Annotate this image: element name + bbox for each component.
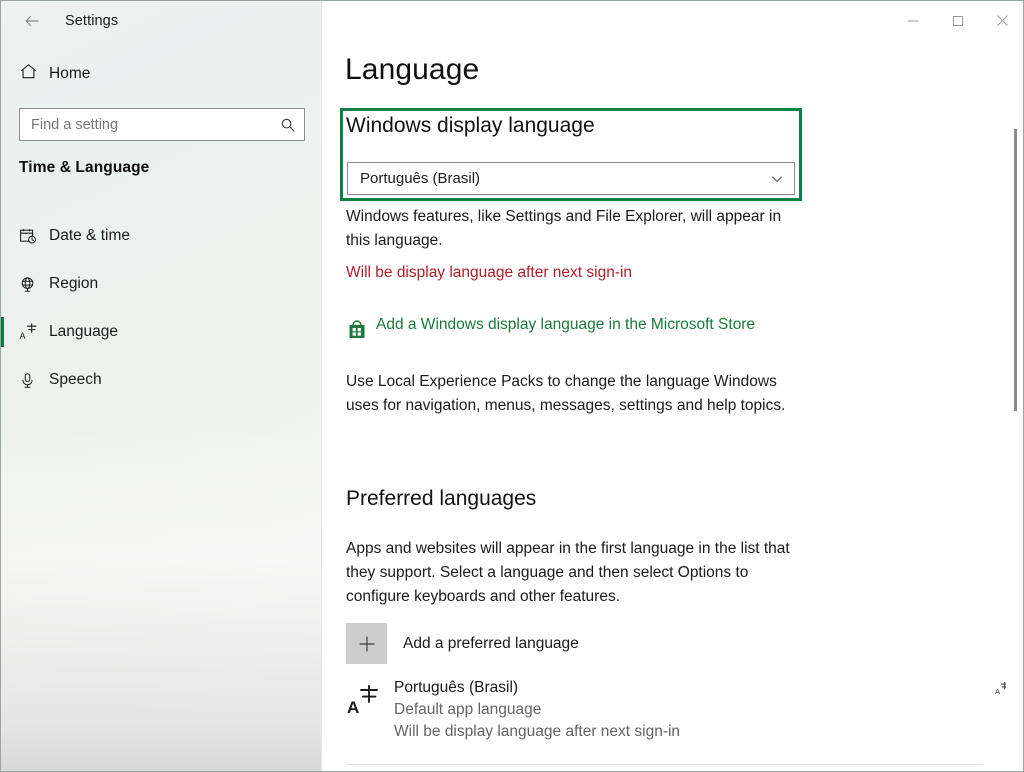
sidebar-item-label: Speech xyxy=(49,371,102,388)
sidebar: Home Time & Language xyxy=(1,1,322,771)
app-title: Settings xyxy=(65,12,119,29)
minimize-button[interactable] xyxy=(890,1,935,40)
sidebar-item-label-home: Home xyxy=(49,65,91,82)
list-item[interactable]: A Português (Brasil) Default app languag… xyxy=(346,677,796,743)
microsoft-store-link-text[interactable]: Add a Windows display language in the Mi… xyxy=(376,313,794,337)
back-arrow-icon[interactable] xyxy=(9,5,55,37)
svg-text:A: A xyxy=(20,331,26,341)
sidebar-item-date-time[interactable]: Date & time xyxy=(1,212,322,260)
settings-window: Settings Home Find a setting Time & Lang… xyxy=(0,0,1024,772)
search-icon[interactable] xyxy=(272,109,304,140)
close-button[interactable] xyxy=(980,1,1023,40)
language-name: Português (Brasil) xyxy=(394,679,519,696)
sidebar-category-title: Time & Language xyxy=(19,159,150,176)
list-item-texts: Português (Brasil) Default app language … xyxy=(394,677,680,743)
search-box[interactable] xyxy=(19,108,305,141)
selection-indicator xyxy=(1,317,4,347)
svg-text:A: A xyxy=(347,698,359,717)
display-language-warning: Will be display language after next sign… xyxy=(346,264,633,281)
globe-icon xyxy=(19,276,45,293)
sidebar-item-label: Date & time xyxy=(49,227,130,244)
display-language-heading: Windows display language xyxy=(346,114,595,137)
language-default-app-note: Default app language xyxy=(394,701,542,718)
maximize-button[interactable] xyxy=(935,1,980,40)
language-signin-note: Will be display language after next sign… xyxy=(394,723,681,740)
sidebar-item-label: Region xyxy=(49,275,99,292)
sidebar-item-speech[interactable]: Speech xyxy=(1,356,322,404)
chevron-down-icon[interactable] xyxy=(770,172,784,186)
svg-text:A: A xyxy=(995,687,1000,696)
microphone-icon xyxy=(19,372,45,389)
main-content: Language Windows display language Portug… xyxy=(323,1,1023,771)
sidebar-item-language[interactable]: A Language xyxy=(1,308,322,356)
sidebar-item-label: Language xyxy=(49,323,118,340)
vertical-scrollbar-thumb[interactable] xyxy=(1014,129,1017,411)
caption-button-group xyxy=(890,1,1023,40)
vertical-scrollbar-track[interactable] xyxy=(1006,40,1023,771)
page-title: Language xyxy=(345,53,480,86)
list-divider xyxy=(346,764,983,765)
language-icon: A xyxy=(19,322,45,342)
local-experience-packs-description: Use Local Experience Packs to change the… xyxy=(346,373,786,414)
preferred-languages-description: Apps and websites will appear in the fir… xyxy=(346,540,790,605)
microsoft-store-bag-icon xyxy=(346,319,368,341)
add-preferred-language-button[interactable]: Add a preferred language xyxy=(346,623,579,664)
sidebar-nav-list: Date & time Region A Language Speech xyxy=(1,212,322,404)
sidebar-item-region[interactable]: Region xyxy=(1,260,322,308)
language-pack-icon: A xyxy=(346,681,382,719)
add-preferred-language-label: Add a preferred language xyxy=(403,634,579,652)
calendar-clock-icon xyxy=(19,227,45,245)
display-language-selected-value: Português (Brasil) xyxy=(360,170,481,187)
title-bar: Settings xyxy=(1,1,1023,40)
search-input[interactable] xyxy=(20,116,272,133)
display-language-description: Windows features, like Settings and File… xyxy=(346,208,782,249)
preferred-languages-heading: Preferred languages xyxy=(346,487,537,510)
home-icon xyxy=(19,62,45,86)
plus-icon xyxy=(346,623,387,664)
display-language-dropdown[interactable]: Português (Brasil) xyxy=(347,162,795,195)
microsoft-store-link[interactable]: Add a Windows display language in the Mi… xyxy=(346,313,796,341)
sidebar-item-home[interactable]: Home xyxy=(1,57,322,91)
